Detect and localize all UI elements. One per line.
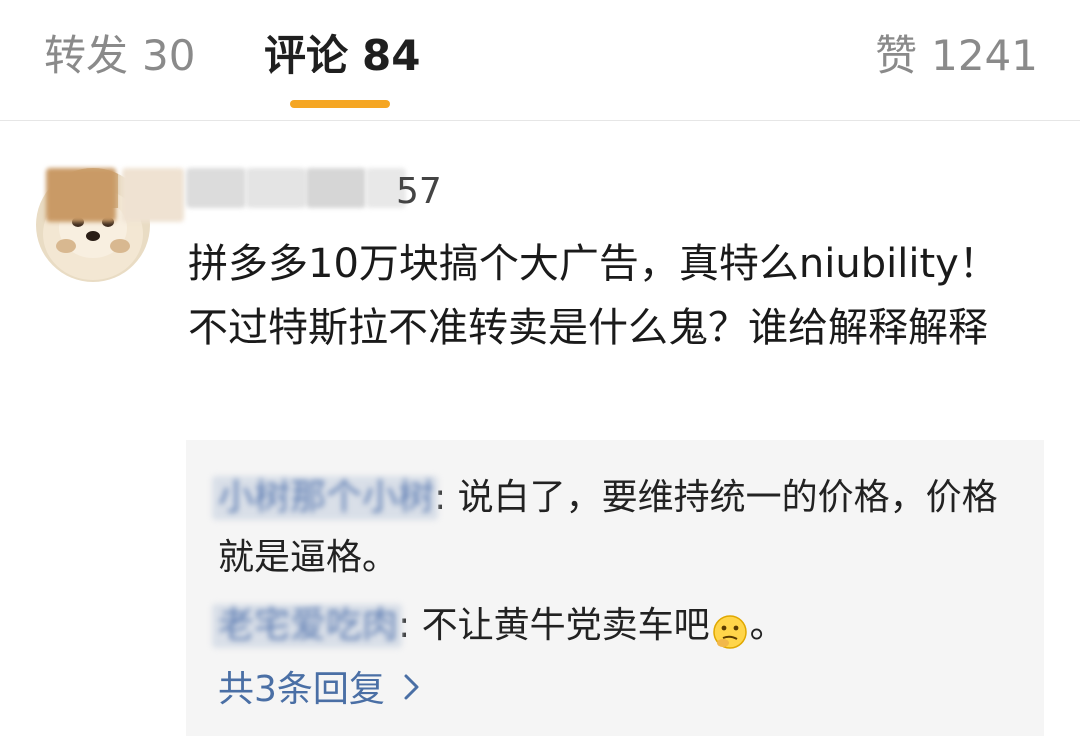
chevron-right-icon — [403, 660, 421, 720]
more-replies-label: 共3条回复 — [218, 669, 385, 710]
reply-author[interactable]: 老宅爱吃肉 — [212, 596, 403, 656]
active-tab-indicator — [290, 100, 390, 108]
mosaic-block — [122, 168, 184, 222]
view-more-replies-link[interactable]: 共3条回复 — [218, 660, 421, 720]
tab-like[interactable]: 赞 1241 — [875, 28, 1038, 84]
tab-comment[interactable]: 评论 84 — [264, 28, 420, 84]
tab-like-count: 1241 — [931, 31, 1038, 80]
reply-suffix: 。 — [749, 605, 786, 646]
reply-author[interactable]: 小树那个小树 — [212, 468, 439, 528]
tab-comment-label: 评论 — [264, 31, 349, 80]
tab-like-label: 赞 — [875, 31, 918, 80]
reply-box[interactable]: 小树那个小树: 说白了，要维持统一的价格，价格就是逼格。 老宅爱吃肉: 不让黄牛… — [186, 440, 1044, 736]
mosaic-block — [246, 168, 306, 208]
reply-item[interactable]: 小树那个小树: 说白了，要维持统一的价格，价格就是逼格。 — [212, 468, 1018, 588]
mosaic-block — [306, 168, 366, 208]
username-suffix: 57 — [396, 171, 442, 212]
mosaic-block — [186, 168, 246, 208]
tab-repost-label: 转发 — [44, 31, 129, 80]
tab-comment-count: 84 — [362, 31, 421, 80]
reply-item[interactable]: 老宅爱吃肉: 不让黄牛党卖车吧。 — [212, 596, 1018, 656]
reply-text: 不让黄牛党卖车吧 — [421, 605, 710, 646]
thinking-face-icon — [712, 609, 748, 649]
comment-text: 拼多多10万块搞个大广告，真特么niubility！不过特斯拉不准转卖是什么鬼？… — [188, 241, 999, 351]
tab-repost-count: 30 — [142, 31, 196, 80]
tab-repost[interactable]: 转发 30 — [44, 28, 195, 84]
tab-divider — [0, 120, 1080, 121]
tab-bar: 转发 30 评论 84 赞 1241 — [0, 0, 1080, 120]
mosaic-block — [46, 168, 116, 222]
